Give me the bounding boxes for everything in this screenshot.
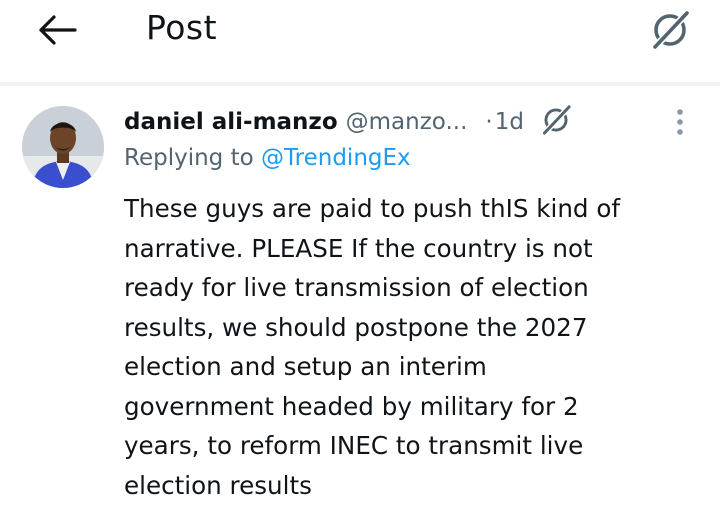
grok-icon: [648, 8, 692, 56]
replying-to-label: Replying to: [124, 145, 254, 171]
replying-to: Replying to @TrendingEx: [124, 145, 411, 171]
avatar[interactable]: [22, 106, 104, 188]
back-button[interactable]: [34, 12, 80, 52]
author-handle[interactable]: @manzo...: [346, 109, 468, 135]
more-vertical-icon: [675, 108, 685, 140]
grok-button-small[interactable]: [538, 104, 574, 140]
post-timestamp[interactable]: 1d: [495, 109, 524, 135]
post-text: These guys are paid to push thIS kind of…: [124, 194, 621, 500]
grok-button[interactable]: [646, 8, 694, 56]
grok-icon: [539, 103, 573, 141]
post-item[interactable]: daniel ali-manzo @manzo... · 1d Replying…: [0, 86, 720, 526]
post-header: daniel ali-manzo @manzo... · 1d: [124, 104, 704, 140]
author-display-name[interactable]: daniel ali-manzo: [124, 109, 338, 135]
arrow-left-icon: [37, 13, 77, 51]
page-title: Post: [146, 8, 218, 47]
replying-to-handle-link[interactable]: @TrendingEx: [261, 145, 411, 171]
top-app-bar: Post: [0, 0, 720, 83]
separator-dot: ·: [485, 109, 493, 135]
more-options-button[interactable]: [664, 108, 696, 140]
